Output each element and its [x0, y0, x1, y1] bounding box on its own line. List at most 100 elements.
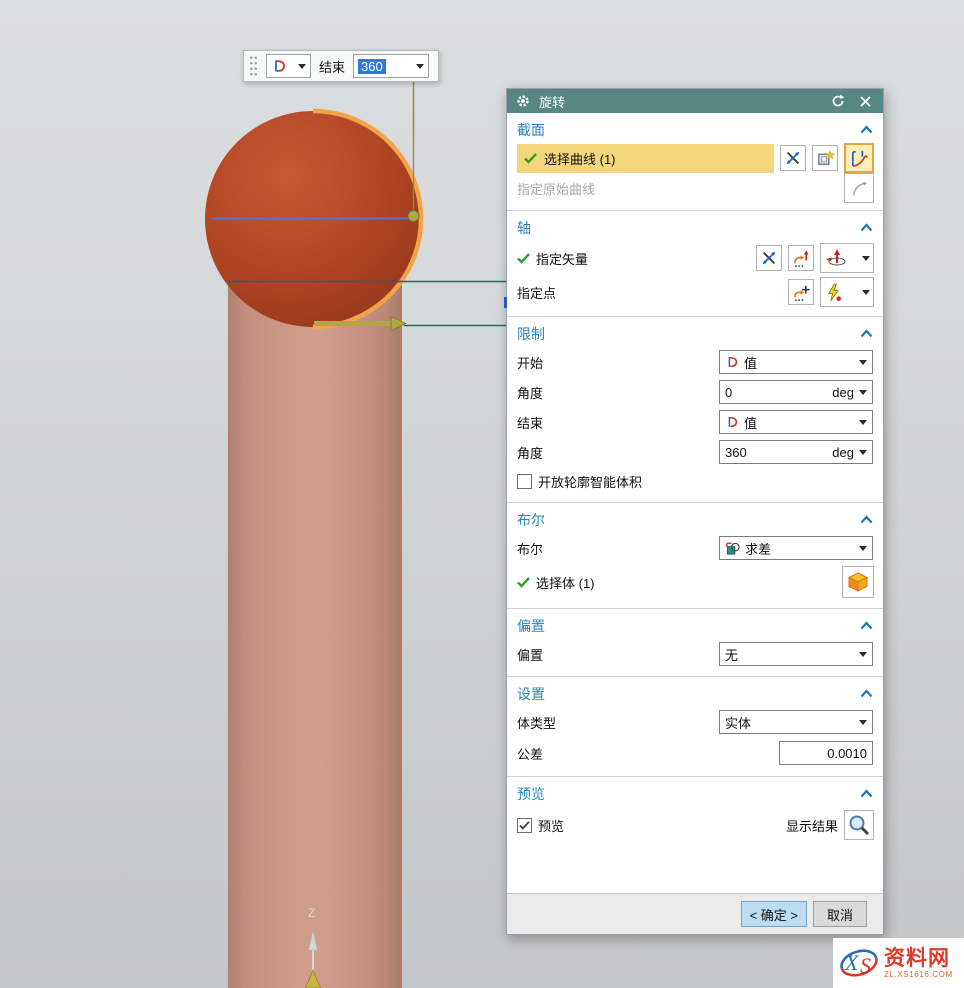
start-option-row: 开始 值: [507, 347, 883, 377]
solid-body-cube-icon: [846, 570, 870, 594]
end-angle-mini-field[interactable]: 360: [353, 54, 429, 78]
sketch-section-button[interactable]: [844, 143, 874, 173]
chevron-down-icon[interactable]: [859, 390, 867, 395]
on-screen-input-toolbar[interactable]: 结束 360: [243, 50, 439, 82]
sketch-curve-icon: [849, 148, 870, 169]
dialog-titlebar[interactable]: 旋转: [507, 89, 883, 113]
chevron-up-icon[interactable]: [860, 621, 873, 630]
cancel-button[interactable]: 取消: [813, 901, 867, 927]
vector-dialog-icon: [792, 249, 811, 268]
select-body-button[interactable]: [842, 566, 874, 598]
point-type-dropdown[interactable]: [820, 277, 874, 307]
toolbar-drag-grip[interactable]: [249, 55, 258, 77]
filter-star-icon: [816, 149, 835, 168]
chevron-up-icon[interactable]: [860, 515, 873, 524]
body-type-dropdown[interactable]: 实体: [719, 710, 873, 734]
watermark: X S 资料网 ZL.XS1616.COM: [833, 938, 964, 988]
start-angle-input[interactable]: [725, 385, 827, 400]
svg-text:X: X: [844, 950, 860, 975]
check-icon: [517, 577, 530, 588]
reset-button[interactable]: [829, 92, 847, 110]
boolean-dropdown[interactable]: 求差: [719, 536, 873, 560]
reset-icon: [831, 94, 845, 108]
reverse-vector-button[interactable]: [756, 245, 782, 271]
point-dialog-button[interactable]: [788, 279, 814, 305]
section-header-settings[interactable]: 设置: [507, 680, 883, 707]
specify-vector-row: 指定矢量: [507, 241, 883, 275]
preview-label: 预览: [538, 816, 564, 835]
curve-rule-options-button[interactable]: [812, 145, 838, 171]
section-title: 预览: [517, 784, 545, 804]
end-option-row: 结束 值: [507, 407, 883, 437]
body-type-value: 实体: [725, 713, 751, 732]
section-header-preview[interactable]: 预览: [507, 780, 883, 807]
offset-dropdown[interactable]: 无: [719, 642, 873, 666]
select-curve-label: 选择曲线 (1): [544, 149, 616, 168]
end-option-dropdown[interactable]: 值: [719, 410, 873, 434]
section-header-offset[interactable]: 偏置: [507, 612, 883, 639]
origin-curve-label: 指定原始曲线: [517, 179, 595, 198]
section-header-boolean[interactable]: 布尔: [507, 506, 883, 533]
selected-text[interactable]: 360: [358, 59, 386, 74]
dialog-body: 截面 选择曲线 (1): [507, 113, 883, 893]
vector-type-dropdown[interactable]: [820, 243, 874, 273]
revolve-value-icon: [725, 355, 739, 369]
show-result-label: 显示结果: [786, 816, 838, 835]
revolve-value-icon: [271, 58, 287, 74]
ok-button[interactable]: < 确定 >: [741, 901, 807, 927]
gear-icon: [516, 94, 530, 108]
section-group-preview: 预览 预览 显示结果: [507, 776, 883, 850]
specify-point-row: 指定点: [507, 275, 883, 309]
boolean-label: 布尔: [517, 539, 543, 558]
start-option-value: 值: [744, 353, 757, 372]
offset-row: 偏置 无: [507, 639, 883, 669]
reverse-direction-button[interactable]: [780, 145, 806, 171]
tolerance-row: 公差: [507, 737, 883, 769]
sphere-body[interactable]: [205, 111, 421, 327]
chevron-up-icon[interactable]: [860, 223, 873, 232]
checkmark-icon: [519, 821, 530, 830]
angle-unit: deg: [832, 385, 854, 400]
check-icon: [524, 153, 537, 164]
section-header-axis[interactable]: 轴: [507, 214, 883, 241]
cylinder-body[interactable]: [228, 270, 402, 988]
limit-option-mini-dropdown[interactable]: [266, 54, 311, 78]
select-body-row: 选择体 (1): [507, 563, 883, 601]
revolve-dialog: 旋转 截面: [506, 88, 884, 935]
section-title: 偏置: [517, 616, 545, 636]
crossed-arrows-icon: [760, 249, 778, 267]
start-angle-label: 角度: [517, 383, 543, 402]
end-angle-input[interactable]: [725, 445, 827, 460]
specify-vector-label: 指定矢量: [536, 249, 588, 268]
chevron-up-icon[interactable]: [860, 689, 873, 698]
offset-label: 偏置: [517, 645, 543, 664]
start-option-dropdown[interactable]: 值: [719, 350, 873, 374]
tolerance-input[interactable]: [785, 746, 867, 761]
preview-checkbox[interactable]: [517, 818, 532, 833]
chevron-up-icon[interactable]: [860, 125, 873, 134]
select-curve-field[interactable]: 选择曲线 (1): [517, 144, 774, 173]
origin-curve-button[interactable]: [844, 173, 874, 203]
end-angle-field[interactable]: deg: [719, 440, 873, 464]
selection-tick-mark: [504, 297, 507, 308]
show-result-button[interactable]: [844, 810, 874, 840]
check-icon: [517, 253, 530, 264]
open-profile-checkbox[interactable]: [517, 474, 532, 489]
close-button[interactable]: [856, 92, 874, 110]
point-dialog-icon: [792, 283, 811, 302]
chevron-down-icon[interactable]: [416, 64, 424, 69]
section-header-limits[interactable]: 限制: [507, 320, 883, 347]
chevron-down-icon: [298, 64, 306, 69]
boolean-row: 布尔 求差: [507, 533, 883, 563]
chevron-up-icon[interactable]: [860, 789, 873, 798]
chevron-down-icon: [859, 720, 867, 725]
chevron-up-icon[interactable]: [860, 329, 873, 338]
boolean-value: 求差: [745, 539, 771, 558]
section-title: 布尔: [517, 510, 545, 530]
section-header-section[interactable]: 截面: [507, 116, 883, 143]
tolerance-field[interactable]: [779, 741, 873, 765]
start-angle-field[interactable]: deg: [719, 380, 873, 404]
vector-dialog-button[interactable]: [788, 245, 814, 271]
chevron-down-icon[interactable]: [859, 450, 867, 455]
revolve-value-icon: [725, 415, 739, 429]
